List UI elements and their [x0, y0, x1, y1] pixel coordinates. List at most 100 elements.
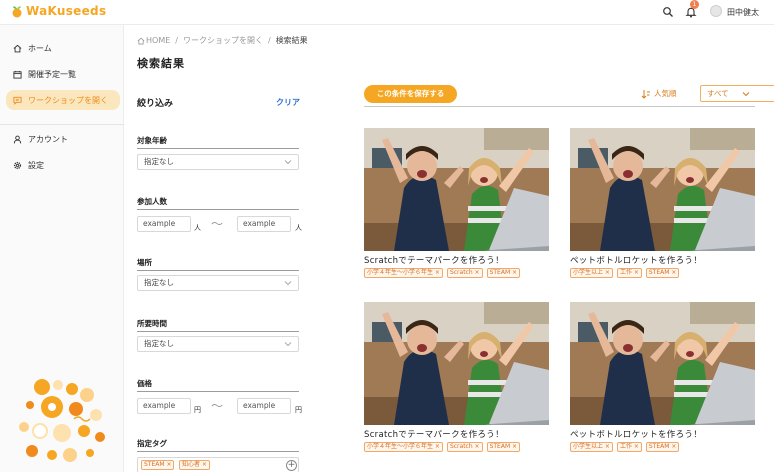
breadcrumb-parent[interactable]: ワークショップを開く: [183, 35, 263, 46]
divider: [137, 270, 299, 271]
sprout-logo-icon: [12, 6, 22, 18]
sidebar-item-home[interactable]: ホーム: [6, 38, 120, 58]
tag-chip[interactable]: STEAM ×: [645, 268, 680, 278]
card-image[interactable]: [364, 128, 549, 251]
price-label: 価格: [137, 379, 152, 388]
participants-label: 参加人数: [137, 197, 167, 206]
tag-chip[interactable]: STEAM ×: [486, 268, 521, 278]
tag-chip[interactable]: STEAM ×: [141, 460, 175, 470]
clear-filter-button[interactable]: クリア: [276, 97, 300, 108]
chat-icon: [13, 96, 22, 105]
sidebar-item-label: 設定: [28, 160, 44, 170]
breadcrumb-current: 検索結果: [275, 36, 308, 45]
tags-label: 指定タグ: [137, 439, 167, 448]
card-title[interactable]: Scratchでテーマパークを作ろう！: [364, 428, 504, 440]
sidebar: ホーム 開催予定一覧 ワークショップを開く アカウント 設定: [0, 25, 124, 472]
kids-computer-photo: [570, 128, 755, 251]
sort-icon: [641, 89, 650, 99]
tag-chip[interactable]: 工作 ×: [616, 268, 642, 278]
chevron-down-icon: [284, 160, 292, 165]
sidebar-item-open-workshop[interactable]: ワークショップを開く: [6, 90, 120, 110]
tag-chip[interactable]: Scratch ×: [446, 268, 483, 278]
kids-computer-photo: [364, 128, 549, 251]
tag-chip[interactable]: 小学４年生〜小学６年生 ×: [364, 442, 443, 452]
price-unit: 円: [295, 406, 302, 414]
price-unit: 円: [194, 406, 201, 414]
card-image[interactable]: [364, 302, 549, 425]
category-select-value: すべて: [707, 89, 729, 98]
card-image[interactable]: [570, 302, 755, 425]
sidebar-item-schedule[interactable]: 開催予定一覧: [6, 64, 120, 84]
breadcrumb-separator: /: [267, 36, 271, 45]
card-title[interactable]: ペットボトルロケットを作ろう！: [570, 254, 702, 266]
sort-toggle[interactable]: 人気順: [641, 88, 677, 99]
kids-computer-photo: [364, 302, 549, 425]
tag-chip[interactable]: Scratch ×: [446, 442, 483, 452]
sort-label: 人気順: [654, 89, 677, 98]
card-tags: 小学生以上 × 工作 × STEAM ×: [570, 442, 680, 452]
home-icon[interactable]: [137, 37, 145, 45]
logo[interactable]: WaKuseeds: [10, 4, 106, 18]
sidebar-divider: [0, 124, 124, 125]
participants-max-input[interactable]: example: [237, 216, 291, 232]
price-max-input[interactable]: example: [237, 398, 291, 414]
results-divider: [364, 106, 755, 107]
place-select-value: 指定なし: [144, 278, 174, 287]
range-tilde: 〜: [211, 217, 224, 231]
logo-text: WaKuseeds: [26, 4, 107, 18]
age-label: 対象年齢: [137, 136, 167, 145]
card-tags: 小学生以上 × 工作 × STEAM ×: [570, 268, 680, 278]
card-title[interactable]: Scratchでテーマパークを作ろう！: [364, 254, 504, 266]
price-min-input[interactable]: example: [137, 398, 191, 414]
participants-unit: 人: [194, 224, 201, 232]
divider: [137, 391, 299, 392]
save-condition-button[interactable]: この条件を保存する: [364, 85, 457, 103]
duration-select-value: 指定なし: [144, 339, 174, 348]
page-title: 検索結果: [137, 57, 185, 70]
breadcrumb-home[interactable]: HOME: [146, 36, 170, 45]
card-image[interactable]: [570, 128, 755, 251]
breadcrumb-separator: /: [175, 36, 178, 45]
home-icon: [13, 44, 22, 52]
chevron-down-icon: [284, 342, 292, 347]
kids-computer-photo: [570, 302, 755, 425]
gear-icon: [13, 161, 22, 169]
tag-chip[interactable]: 小学生以上 ×: [570, 442, 613, 452]
category-select[interactable]: すべて: [700, 85, 774, 102]
place-select[interactable]: 指定なし: [137, 275, 299, 291]
duration-select[interactable]: 指定なし: [137, 336, 299, 352]
tag-chip[interactable]: 小学４年生〜小学６年生 ×: [364, 268, 443, 278]
participants-unit: 人: [295, 224, 302, 232]
chevron-down-icon: [742, 92, 750, 97]
card-tags: 小学４年生〜小学６年生 × Scratch × STEAM ×: [364, 268, 521, 278]
tag-chip[interactable]: 工作 ×: [616, 442, 642, 452]
divider: [137, 209, 299, 210]
sidebar-item-settings[interactable]: 設定: [6, 155, 120, 175]
avatar[interactable]: [710, 5, 722, 17]
user-name[interactable]: 田中健太: [727, 7, 759, 18]
participants-min-input[interactable]: example: [137, 216, 191, 232]
tag-chip[interactable]: STEAM ×: [645, 442, 680, 452]
card-title[interactable]: ペットボトルロケットを作ろう！: [570, 428, 702, 440]
add-tag-button[interactable]: +: [286, 460, 297, 471]
flower-illustration: [19, 379, 105, 462]
tag-chip[interactable]: 小学生以上 ×: [570, 268, 613, 278]
place-label: 場所: [137, 258, 152, 267]
sidebar-item-account[interactable]: アカウント: [6, 129, 120, 149]
divider: [137, 331, 299, 332]
chevron-down-icon: [284, 281, 292, 286]
calendar-icon: [13, 70, 22, 79]
card-tags: 小学４年生〜小学６年生 × Scratch × STEAM ×: [364, 442, 521, 452]
range-tilde: 〜: [211, 399, 224, 413]
sidebar-item-label: ワークショップを開く: [28, 95, 108, 105]
tag-input[interactable]: STEAM × 知心者 ×: [137, 457, 299, 472]
search-icon[interactable]: [662, 6, 674, 18]
age-select-value: 指定なし: [144, 157, 174, 166]
tag-chip[interactable]: STEAM ×: [486, 442, 521, 452]
age-select[interactable]: 指定なし: [137, 154, 299, 170]
sidebar-item-label: アカウント: [28, 134, 68, 144]
sidebar-item-label: 開催予定一覧: [28, 69, 76, 79]
divider: [137, 148, 299, 149]
filter-title: 絞り込み: [137, 99, 174, 109]
tag-chip[interactable]: 知心者 ×: [179, 460, 210, 470]
